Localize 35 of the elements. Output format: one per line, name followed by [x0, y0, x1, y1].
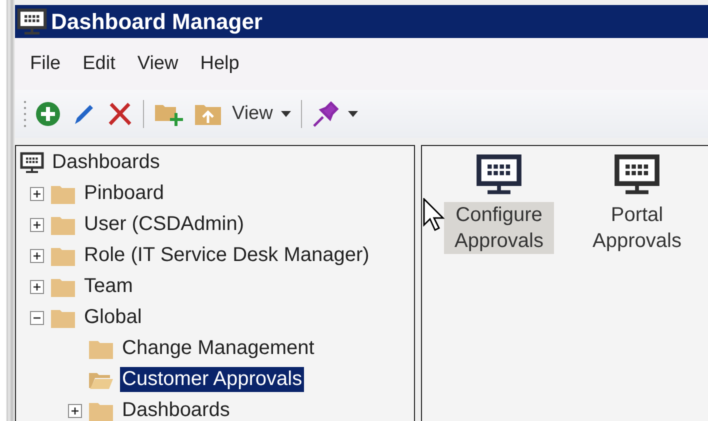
tree-item[interactable]: User (CSDAdmin)	[82, 212, 246, 237]
dashboard-icon	[614, 154, 660, 196]
tree-item[interactable]: Role (IT Service Desk Manager)	[82, 243, 372, 268]
tree-item[interactable]: Dashboards	[120, 398, 232, 421]
menu-item[interactable]: View	[128, 49, 188, 79]
tree-item[interactable]: Dashboards	[50, 150, 162, 175]
tree-item[interactable]: Customer Approvals	[120, 367, 304, 392]
expand-icon[interactable]	[30, 248, 44, 262]
view-dropdown[interactable]: View	[230, 101, 293, 127]
expand-icon[interactable]	[68, 404, 82, 418]
monitor-icon	[17, 8, 47, 36]
pin-icon	[312, 100, 340, 128]
dashboard-item[interactable]: Configure Approvals	[444, 202, 554, 254]
expand-icon[interactable]	[30, 280, 44, 294]
expand-icon[interactable]	[30, 186, 44, 200]
menu-item[interactable]: Help	[191, 49, 248, 79]
plus-circle-icon	[35, 101, 61, 127]
tree-item[interactable]: Global	[82, 305, 144, 330]
collapse-icon[interactable]	[30, 310, 44, 324]
monitor-icon	[20, 152, 44, 174]
tree-item[interactable]: Change Management	[120, 336, 316, 361]
menu-item[interactable]: Edit	[74, 49, 124, 79]
expand-icon[interactable]	[30, 218, 44, 232]
dashboard-item[interactable]: Portal Approvals	[582, 202, 692, 254]
folder-up-icon	[194, 102, 222, 126]
dashboard-icon	[476, 154, 522, 196]
grip-icon[interactable]	[23, 99, 27, 129]
caret-icon	[280, 111, 291, 117]
tree-item[interactable]: Team	[82, 274, 135, 299]
window-title: Dashboard Manager	[51, 8, 262, 34]
tree-item[interactable]: Pinboard	[82, 181, 166, 206]
menu-item[interactable]: File	[21, 49, 70, 79]
cross-icon	[107, 101, 133, 127]
caret-icon	[348, 111, 358, 117]
add-button[interactable]	[33, 99, 63, 129]
